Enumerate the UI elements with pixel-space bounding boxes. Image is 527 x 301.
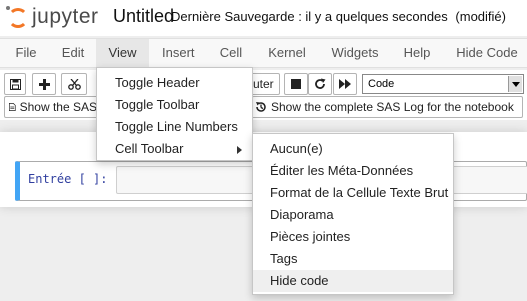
show-complete-sas-log-label: Show the complete SAS Log for the notebo… <box>271 100 514 114</box>
history-icon <box>256 102 266 112</box>
submenu-item-hide-code[interactable]: Hide code <box>253 270 453 292</box>
restart-icon <box>315 78 326 89</box>
jupyter-logo[interactable]: jupyter <box>6 5 102 29</box>
menubar: File Edit View Insert Cell Kernel Widget… <box>0 38 527 68</box>
submenu-item-none[interactable]: Aucun(e) <box>253 138 453 160</box>
toggle-line-numbers-label: Toggle Line Numbers <box>115 119 238 134</box>
show-sas-log-label: Show the SAS <box>19 100 97 114</box>
submenu-item-edit-metadata[interactable]: Éditer les Méta-Données <box>253 160 453 182</box>
menu-item-toggle-header[interactable]: Toggle Header <box>97 72 252 94</box>
menu-item-toggle-toolbar[interactable]: Toggle Toolbar <box>97 94 252 116</box>
menu-view[interactable]: View <box>96 39 149 68</box>
menu-help[interactable]: Help <box>403 39 431 68</box>
logo-text: jupyter <box>32 5 99 28</box>
notebook-title[interactable]: Untitled <box>113 6 174 27</box>
submenu-item-label: Aucun(e) <box>270 141 323 156</box>
stop-icon <box>291 79 301 89</box>
menu-kernel[interactable]: Kernel <box>268 39 306 68</box>
logo-orb-icon <box>8 8 28 28</box>
menu-cell[interactable]: Cell <box>219 39 243 68</box>
fast-forward-icon <box>339 79 351 89</box>
cell-type-value: Code <box>368 78 395 90</box>
view-menu: Toggle Header Toggle Toolbar Toggle Line… <box>96 67 253 161</box>
submenu-item-label: Tags <box>270 251 298 266</box>
submenu-item-label: Pièces jointes <box>270 229 351 244</box>
menu-hide-code[interactable]: Hide Code <box>456 39 518 68</box>
save-icon <box>9 78 21 90</box>
save-status: Dernière Sauvegarde : il y a quelques se… <box>171 9 506 24</box>
logo-dot-icon <box>6 6 10 10</box>
submenu-item-tags[interactable]: Tags <box>253 248 453 270</box>
cell-type-select[interactable]: Code <box>362 74 524 94</box>
chevron-down-icon <box>508 76 522 92</box>
submenu-item-attachments[interactable]: Pièces jointes <box>253 226 453 248</box>
toggle-toolbar-label: Toggle Toolbar <box>115 97 200 112</box>
caret-right-icon <box>237 146 242 154</box>
interrupt-kernel-button[interactable] <box>284 73 308 95</box>
cell-toolbar-label: Cell Toolbar <box>115 141 184 156</box>
document-icon <box>9 103 16 111</box>
cut-button[interactable] <box>61 73 87 95</box>
menu-insert[interactable]: Insert <box>162 39 195 68</box>
save-button[interactable] <box>4 73 26 95</box>
scissors-icon <box>67 78 81 90</box>
menu-item-cell-toolbar[interactable]: Cell Toolbar <box>97 138 252 160</box>
show-sas-log-button[interactable]: Show the SAS <box>4 96 98 118</box>
menu-edit[interactable]: Edit <box>61 39 85 68</box>
submenu-item-raw-cell-format[interactable]: Format de la Cellule Texte Brut <box>253 182 453 204</box>
save-status-text: Dernière Sauvegarde : il y a quelques se… <box>171 9 448 24</box>
toggle-header-label: Toggle Header <box>115 75 200 90</box>
add-cell-button[interactable] <box>32 73 56 95</box>
submenu-item-label: Format de la Cellule Texte Brut <box>270 185 449 200</box>
show-complete-sas-log-button[interactable]: Show the complete SAS Log for the notebo… <box>252 96 523 118</box>
cell-toolbar-submenu: Aucun(e) Éditer les Méta-Données Format … <box>252 133 454 295</box>
submenu-item-label: Diaporama <box>270 207 334 222</box>
run-all-button[interactable] <box>333 73 357 95</box>
menu-item-toggle-line-numbers[interactable]: Toggle Line Numbers <box>97 116 252 138</box>
submenu-item-label: Hide code <box>270 273 329 288</box>
menu-widgets[interactable]: Widgets <box>331 39 379 68</box>
input-prompt: Entrée [ ]: <box>28 172 108 186</box>
restart-kernel-button[interactable] <box>308 73 332 95</box>
header: jupyter Untitled Dernière Sauvegarde : i… <box>0 0 527 36</box>
plus-icon <box>38 78 50 90</box>
modified-indicator: (modifié) <box>455 9 506 24</box>
submenu-item-slideshow[interactable]: Diaporama <box>253 204 453 226</box>
submenu-item-label: Éditer les Méta-Données <box>270 163 414 178</box>
menu-file[interactable]: File <box>14 39 38 68</box>
